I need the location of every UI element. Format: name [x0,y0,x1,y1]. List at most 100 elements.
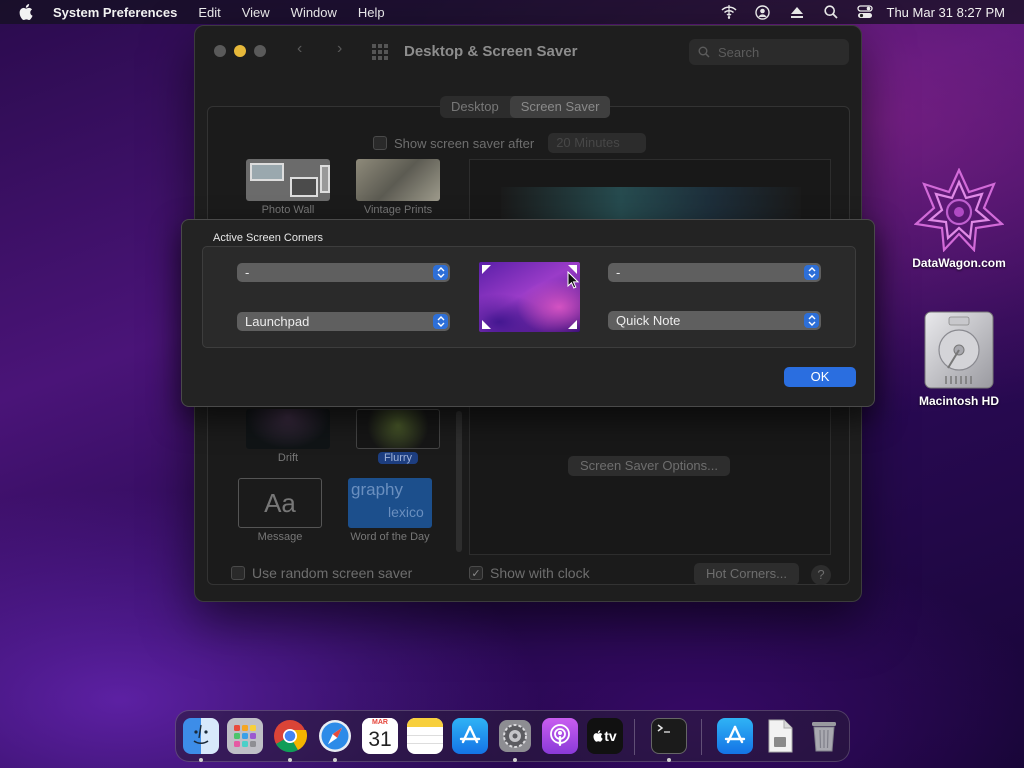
zoom-button[interactable] [254,45,266,57]
window-title: Desktop & Screen Saver [404,43,578,60]
show-screen-saver-after-label: Show screen saver after [394,135,535,151]
document-icon[interactable] [762,718,798,754]
bottom-right-corner-select[interactable]: Quick Note [608,311,821,330]
back-arrow-icon[interactable]: ‹ [297,40,302,58]
screen-saver-item-photo-wall[interactable]: Photo Wall [238,159,338,216]
show-all-grid-icon[interactable] [371,43,389,66]
show-with-clock-checkbox[interactable]: ✓ [469,566,483,580]
bottom-left-corner-value: Launchpad [245,314,310,329]
desktop-icon-label: DataWagon.com [912,256,1006,270]
search-placeholder: Search [718,44,760,60]
wifi-off-icon[interactable] [720,4,737,20]
terminal-icon[interactable] [651,718,687,754]
help-button[interactable]: ? [811,565,831,585]
screen-saver-item-message[interactable]: Aa Message [230,478,330,543]
screen-saver-label: Photo Wall [261,204,315,216]
screen-saver-label: Vintage Prints [363,204,433,216]
tab-screen-saver[interactable]: Screen Saver [509,96,611,118]
search-icon[interactable] [823,4,839,20]
corner-marker-top-left [482,265,491,274]
active-screen-corners-sheet: Active Screen Corners - - Launchpad Quic… [181,219,875,407]
screen-corners-preview [479,262,580,332]
random-screen-saver-label: Use random screen saver [252,565,413,581]
random-screen-saver-checkbox[interactable] [231,566,245,580]
top-left-corner-select[interactable]: - [237,263,450,282]
chevron-up-down-icon [433,265,448,280]
chrome-icon[interactable] [272,718,308,754]
drift-thumbnail [246,409,330,449]
datawagon-logo-icon [913,167,1005,253]
screen-saver-item-vintage-prints[interactable]: Vintage Prints [348,159,448,216]
screen-saver-item-word-of-the-day[interactable]: graphy lexico Word of the Day [340,478,440,543]
app-store-downloads-icon[interactable] [717,718,753,754]
app-store-icon[interactable] [452,718,488,754]
screen-saver-label: Flurry [377,452,419,464]
minimize-button[interactable] [234,45,246,57]
podcasts-icon[interactable] [542,718,578,754]
dock-separator [634,719,635,755]
sheet-title: Active Screen Corners [213,232,324,244]
menu-edit[interactable]: Edit [198,5,220,20]
show-with-clock-row: ✓ Show with clock [469,565,590,581]
ok-button[interactable]: OK [784,367,856,387]
screen-saver-item-drift[interactable]: Drift [238,409,338,464]
search-field[interactable]: Search [689,39,849,65]
show-screen-saver-after-row: Show screen saver after 20 Minutes [373,133,647,153]
tab-control: Desktop Screen Saver [440,96,611,118]
desktop-icon-macintosh-hd[interactable]: Macintosh HD [904,310,1014,408]
screen-saver-label: Word of the Day [350,531,430,543]
trash-icon[interactable] [806,718,842,754]
menu-view[interactable]: View [242,5,270,20]
flurry-thumbnail [356,409,440,449]
screen-saver-label: Message [257,531,303,543]
close-button[interactable] [214,45,226,57]
top-left-corner-value: - [245,265,250,280]
top-right-corner-select[interactable]: - [608,263,821,282]
chrome-running-indicator [288,758,292,762]
system-preferences-icon[interactable] [497,718,533,754]
apple-menu-icon[interactable] [19,4,35,20]
menu-help[interactable]: Help [358,5,385,20]
system-preferences-running-indicator [513,758,517,762]
screen-saver-list-scrollbar[interactable] [456,411,462,552]
word-of-the-day-preview-sub: lexico [388,504,424,520]
launchpad-icon[interactable] [227,718,263,754]
screen-saver-options-button[interactable]: Screen Saver Options... [568,456,730,476]
terminal-running-indicator [667,758,671,762]
screen-saver-item-flurry[interactable]: Flurry [348,409,448,464]
top-right-corner-value: - [616,265,621,280]
control-center-icon[interactable] [856,4,873,20]
chevron-up-down-icon [804,265,819,280]
calendar-month: MAR [362,718,398,727]
vintage-prints-thumbnail [356,159,440,201]
safari-running-indicator [333,758,337,762]
eject-icon[interactable] [789,4,805,20]
bottom-left-corner-select[interactable]: Launchpad [237,312,450,331]
finder-icon[interactable] [183,718,219,754]
notes-icon[interactable] [407,718,443,754]
desktop-icon-datawagon[interactable]: DataWagon.com [904,167,1014,270]
corner-marker-bottom-left [482,320,491,329]
safari-icon[interactable] [317,718,353,754]
tab-desktop[interactable]: Desktop [440,96,510,118]
show-screen-saver-after-checkbox[interactable] [373,136,387,150]
search-icon [698,46,710,58]
apple-tv-icon[interactable]: tv [587,718,623,754]
menu-bar: System Preferences Edit View Window Help… [0,0,1024,24]
word-of-the-day-preview-text: graphy [351,480,403,499]
window-titlebar[interactable]: ‹ › Desktop & Screen Saver Search [195,26,861,78]
calendar-day: 31 [368,728,392,751]
screen-saver-delay-select[interactable]: 20 Minutes [548,133,647,153]
dock-separator [701,719,702,755]
menu-window[interactable]: Window [291,5,337,20]
hard-drive-icon [922,310,996,390]
mouse-cursor-icon [567,270,580,294]
hot-corners-button[interactable]: Hot Corners... [694,563,799,585]
word-of-the-day-thumbnail: graphy lexico [348,478,432,528]
user-icon[interactable] [755,4,771,20]
forward-arrow-icon[interactable]: › [337,40,342,58]
app-name-menu[interactable]: System Preferences [53,5,177,20]
calendar-icon[interactable]: MAR 31 [362,718,398,754]
menubar-clock[interactable]: Thu Mar 31 8:27 PM [887,5,1006,20]
message-thumbnail: Aa [238,478,322,528]
